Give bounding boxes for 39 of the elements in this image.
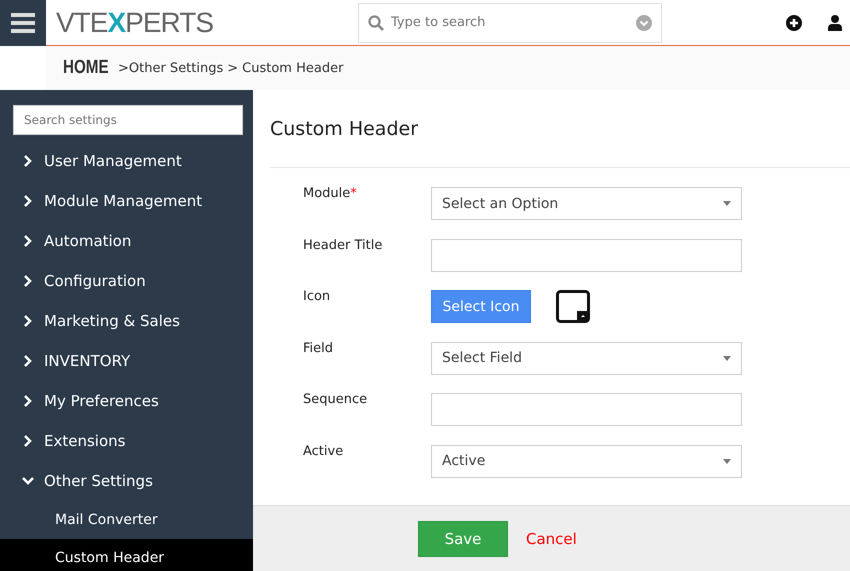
sidebar-item[interactable]: INVENTORY bbox=[0, 341, 253, 381]
add-icon[interactable] bbox=[786, 14, 802, 30]
field-label: Header Title bbox=[303, 236, 384, 252]
field-label: Field bbox=[303, 340, 334, 356]
sidebar-item[interactable]: Other Settings bbox=[0, 461, 253, 501]
sidebar-subitem[interactable]: Custom Header bbox=[0, 539, 253, 571]
icon-preview[interactable] bbox=[556, 290, 590, 324]
menu-icon bbox=[11, 13, 35, 33]
caret-icon bbox=[723, 356, 731, 361]
breadcrumb-item[interactable]: Custom Header bbox=[242, 60, 344, 76]
field-label: Sequence bbox=[303, 391, 368, 407]
caret-icon bbox=[723, 201, 731, 206]
sidebar-item[interactable]: Automation bbox=[0, 221, 253, 261]
sidebar-item[interactable]: User Management bbox=[0, 141, 253, 181]
search-icon bbox=[368, 14, 384, 30]
menu-button[interactable] bbox=[0, 0, 46, 46]
select-field[interactable]: Active bbox=[431, 444, 742, 478]
sidebar-item[interactable]: Marketing & Sales bbox=[0, 301, 253, 341]
breadcrumb-item[interactable]: > bbox=[227, 60, 238, 76]
caret-icon bbox=[723, 458, 731, 464]
input-field[interactable] bbox=[431, 393, 742, 426]
sidebar-item[interactable]: My Preferences bbox=[0, 381, 253, 421]
logo: VTEXPERTS bbox=[56, 6, 214, 38]
page-title: Custom Header bbox=[270, 90, 850, 168]
sidebar-subitem[interactable]: Mail Converter bbox=[0, 501, 253, 539]
field-label: Active bbox=[303, 442, 344, 458]
field-label: Module* bbox=[303, 185, 358, 201]
input-field[interactable] bbox=[431, 238, 742, 272]
breadcrumb-home[interactable]: HOME bbox=[63, 57, 109, 79]
search-field[interactable]: Type to search bbox=[358, 2, 662, 42]
field-label: Icon bbox=[303, 288, 332, 304]
sidebar-item[interactable]: Extensions bbox=[0, 421, 253, 461]
user-icon[interactable] bbox=[828, 14, 842, 30]
sidebar-item[interactable]: Configuration bbox=[0, 261, 253, 301]
select-field[interactable]: Select Field bbox=[431, 342, 742, 375]
sidebar-item[interactable]: Module Management bbox=[0, 181, 253, 221]
breadcrumb-item[interactable]: >Other Settings bbox=[118, 60, 224, 76]
select-field[interactable]: Select an Option bbox=[431, 187, 742, 220]
search-settings-field[interactable]: Search settings bbox=[13, 105, 243, 135]
